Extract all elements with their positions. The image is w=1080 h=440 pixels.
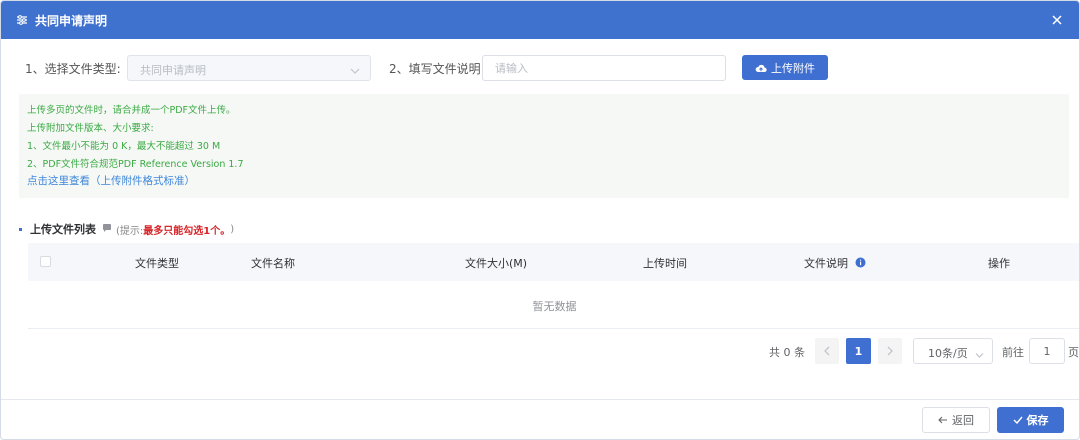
save-button-label: 保存 [1026, 414, 1049, 427]
chevron-down-icon [350, 64, 360, 78]
dialog: 共同申请声明 1、选择文件类型: 共同申请声明 2、填写文件说明 上传附件 [0, 0, 1080, 440]
format-standard-link[interactable]: 点击这里查看（上传附件格式标准） [27, 173, 195, 188]
file-type-value: 共同申请声明 [140, 64, 206, 77]
description-input[interactable] [482, 55, 726, 81]
chevron-right-icon [887, 346, 893, 356]
sliders-icon [15, 13, 29, 27]
goto-label: 前往 [1002, 346, 1024, 359]
info-icon[interactable] [855, 257, 866, 268]
check-icon [1013, 416, 1023, 424]
close-icon [1052, 15, 1062, 25]
dialog-header: 共同申请声明 [1, 1, 1079, 39]
select-all-checkbox[interactable] [40, 256, 51, 267]
column-header-file-type: 文件类型 [135, 257, 179, 270]
page-size-value: 10条/页 [928, 347, 968, 360]
page-size-select[interactable]: 10条/页 [913, 338, 993, 364]
description-label: 2、填写文件说明 [389, 62, 481, 76]
column-header-file-description: 文件说明 [804, 255, 866, 271]
upload-button[interactable]: 上传附件 [742, 55, 828, 80]
message-icon [102, 222, 112, 236]
pagination: 共 0 条 1 10条/页 前往 页 [1, 338, 1079, 364]
table-body: 暂无数据 [28, 281, 1079, 329]
upload-button-label: 上传附件 [771, 61, 815, 75]
file-table: 文件类型 文件名称 文件大小(M) 上传时间 文件说明 操作 暂无数据 [28, 243, 1079, 329]
page-number-current[interactable]: 1 [846, 338, 871, 364]
notice-line: 上传多页的文件时，请合并成一个PDF文件上传。 [27, 105, 236, 116]
hint-suffix: ) [230, 223, 235, 235]
save-button[interactable]: 保存 [997, 407, 1064, 433]
footer-divider [1, 399, 1079, 400]
column-header-file-size: 文件大小(M) [465, 257, 528, 270]
cloud-upload-icon [755, 64, 767, 72]
next-page-button[interactable] [878, 338, 902, 364]
notice-line: 上传附加文件版本、大小要求: [27, 123, 154, 134]
file-type-label: 1、选择文件类型: [25, 62, 121, 76]
close-button[interactable] [1047, 10, 1067, 30]
goto-page-input[interactable] [1029, 338, 1065, 364]
dialog-title: 共同申请声明 [35, 13, 108, 28]
prev-page-button[interactable] [815, 338, 839, 364]
hint-prefix: (提示: [116, 225, 144, 237]
total-count: 共 0 条 [769, 346, 805, 359]
table-header: 文件类型 文件名称 文件大小(M) 上传时间 文件说明 操作 [28, 243, 1079, 281]
back-button[interactable]: 返回 [922, 407, 990, 433]
chevron-left-icon [824, 346, 830, 356]
goto-suffix: 页 [1068, 346, 1079, 359]
hint-strong: 最多只能勾选1个。 [143, 225, 231, 237]
column-header-file-name: 文件名称 [251, 257, 295, 270]
chevron-down-icon [975, 348, 984, 362]
section-marker [19, 227, 22, 231]
arrow-left-icon [938, 416, 947, 424]
notice-line: 1、文件最小不能为 0 K，最大不能超过 30 M [27, 141, 221, 152]
column-header-file-description-label: 文件说明 [804, 257, 848, 270]
form-row: 1、选择文件类型: 共同申请声明 2、填写文件说明 上传附件 [1, 55, 1079, 81]
file-type-select[interactable]: 共同申请声明 [127, 55, 371, 81]
back-button-label: 返回 [952, 414, 974, 427]
column-header-actions: 操作 [988, 257, 1010, 270]
file-list-title: 上传文件列表 [30, 223, 96, 236]
file-list-header: 上传文件列表 (提示: 最多只能勾选1个。 ) [19, 222, 235, 237]
notice-line: 2、PDF文件符合规范PDF Reference Version 1.7 [27, 159, 244, 170]
empty-state-text: 暂无数据 [532, 300, 577, 313]
column-header-upload-time: 上传时间 [643, 257, 687, 270]
upload-notice: 上传多页的文件时，请合并成一个PDF文件上传。 上传附加文件版本、大小要求: 1… [19, 94, 1069, 198]
